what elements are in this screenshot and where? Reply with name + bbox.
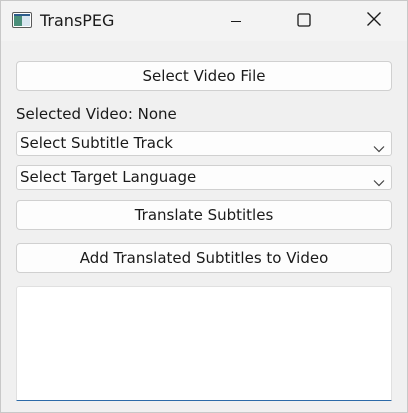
add-subtitles-button[interactable]: Add Translated Subtitles to Video (16, 243, 392, 273)
minimize-icon (230, 12, 242, 31)
title-bar[interactable]: TransPEG (1, 1, 407, 41)
target-language-value: Select Target Language (20, 168, 197, 186)
close-icon (366, 11, 382, 31)
app-icon (12, 12, 32, 28)
translate-subtitles-button[interactable]: Translate Subtitles (16, 200, 392, 230)
window-title: TransPEG (40, 11, 115, 30)
selected-video-label: Selected Video: None (16, 105, 177, 123)
app-window: TransPEG Select Video File Selected Vide… (0, 0, 408, 413)
log-output-textarea[interactable] (16, 286, 392, 401)
chevron-down-icon (373, 173, 385, 187)
select-video-button[interactable]: Select Video File (16, 61, 392, 91)
maximize-button[interactable] (281, 1, 327, 41)
chevron-down-icon (373, 139, 385, 153)
minimize-button[interactable] (213, 1, 259, 41)
close-button[interactable] (351, 1, 397, 41)
subtitle-track-value: Select Subtitle Track (20, 134, 173, 152)
target-language-select[interactable]: Select Target Language (16, 165, 392, 190)
subtitle-track-select[interactable]: Select Subtitle Track (16, 131, 392, 156)
maximize-icon (297, 12, 311, 31)
